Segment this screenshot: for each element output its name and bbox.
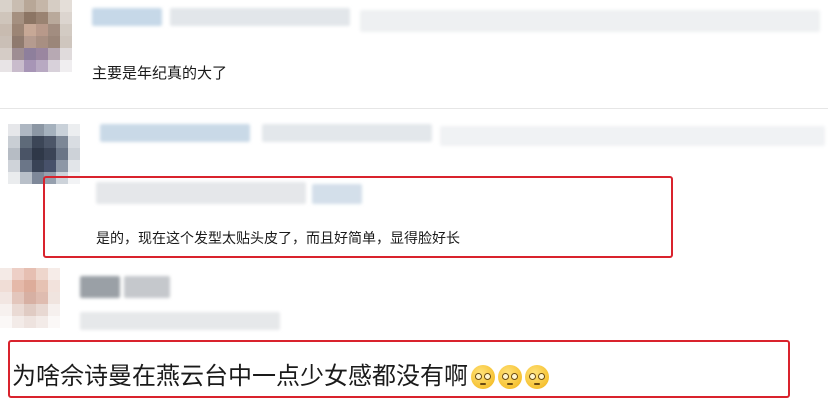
dizzy-face-icon: [525, 365, 549, 389]
username-blurred: [170, 8, 350, 26]
avatar[interactable]: [0, 268, 64, 332]
divider: [0, 108, 828, 109]
comment-text: 为啥佘诗曼在燕云台中一点少女感都没有啊: [12, 356, 549, 391]
username-blurred: [124, 276, 170, 298]
meta-blurred: [80, 312, 280, 330]
username-blurred[interactable]: [80, 276, 120, 298]
comment-feed: 主要是年纪真的大了 是的，现在这个发型太贴头皮了，而且好简单，显得脸好长 为啥佘…: [0, 0, 828, 403]
meta-blurred: [440, 126, 825, 146]
meta-blurred: [262, 124, 432, 142]
comment-text: 主要是年纪真的大了: [92, 64, 228, 82]
dizzy-face-icon: [471, 365, 495, 389]
comment-text-content: 为啥佘诗曼在燕云台中一点少女感都没有啊: [12, 362, 468, 390]
quoted-reply-blurred: [312, 184, 362, 204]
comment-text: 是的，现在这个发型太贴头皮了，而且好简单，显得脸好长: [96, 231, 460, 247]
username-blurred[interactable]: [100, 124, 250, 142]
avatar[interactable]: [0, 0, 72, 72]
username-blurred[interactable]: [92, 8, 162, 26]
meta-blurred: [360, 10, 820, 32]
quoted-reply-blurred: [96, 182, 306, 204]
dizzy-face-icon: [498, 365, 522, 389]
